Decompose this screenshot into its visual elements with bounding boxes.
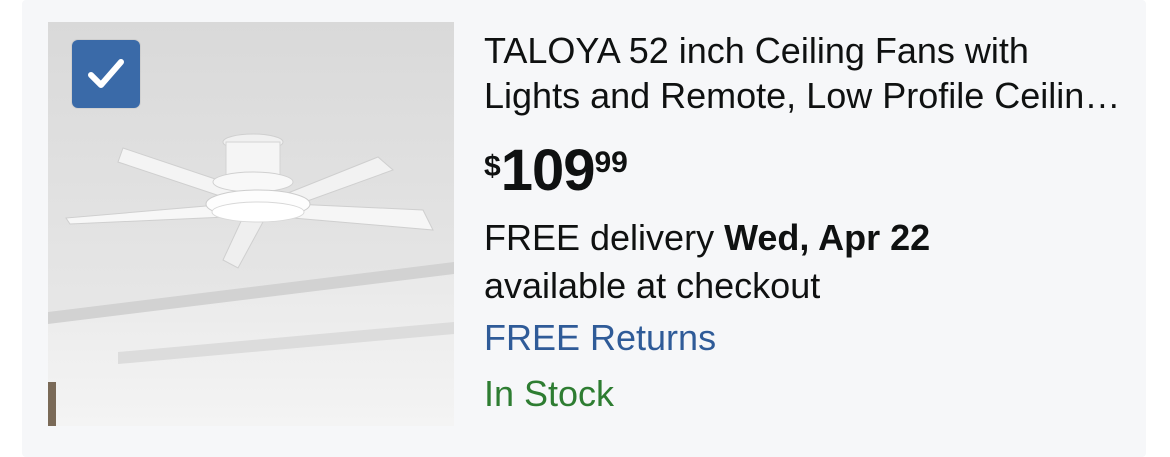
free-returns-link[interactable]: FREE Returns — [484, 310, 1124, 366]
delivery-info: FREE delivery Wed, Apr 22 available at c… — [484, 214, 1124, 310]
price-whole: 109 — [500, 138, 596, 203]
product-title[interactable]: TALOYA 52 inch Ceiling Fans with Lights … — [484, 28, 1124, 118]
price-symbol: $ — [484, 150, 501, 183]
delivery-note: available at checkout — [484, 265, 821, 306]
product-price: $ 109 99 — [484, 142, 1124, 202]
delivery-prefix: FREE delivery — [484, 217, 725, 258]
stock-status: In Stock — [484, 373, 615, 414]
product-info: TALOYA 52 inch Ceiling Fans with Lights … — [484, 28, 1124, 422]
price-fraction: 99 — [594, 146, 628, 179]
select-checkbox[interactable] — [72, 40, 140, 108]
checkmark-icon — [88, 59, 124, 88]
delivery-date: Wed, Apr 22 — [724, 217, 931, 258]
